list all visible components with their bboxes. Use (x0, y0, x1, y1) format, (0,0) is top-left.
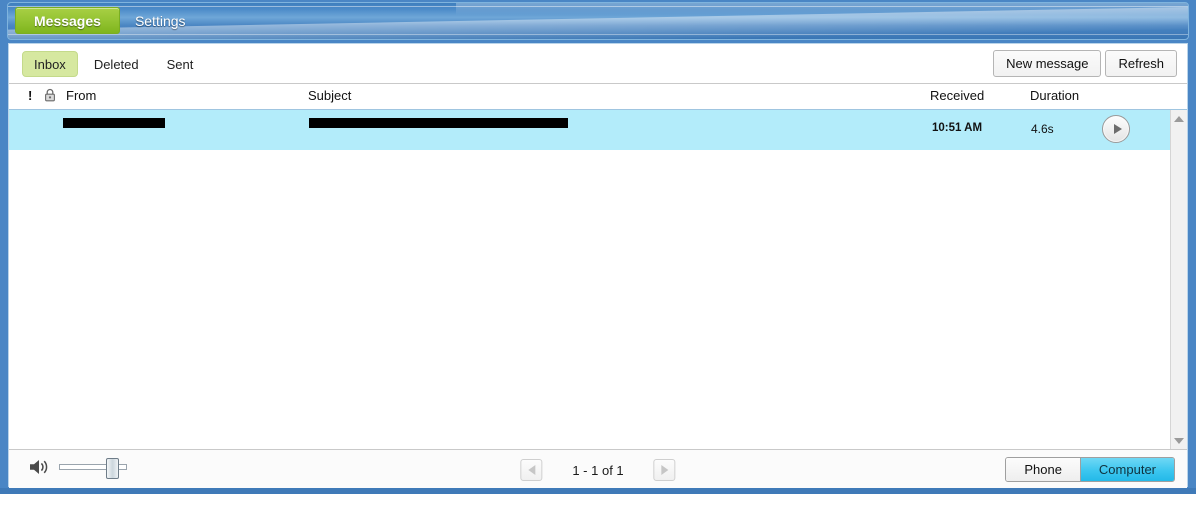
application-window: Messages Settings Inbox Deleted Sent New… (0, 0, 1196, 494)
titlebar: Messages Settings (7, 2, 1189, 40)
device-option-phone[interactable]: Phone (1006, 458, 1080, 481)
message-duration: 4.6s (1031, 122, 1054, 136)
scroll-up-triangle (1174, 115, 1184, 122)
folder-tab-sent[interactable]: Sent (155, 51, 206, 77)
scroll-down-triangle (1174, 437, 1184, 444)
folder-tab-inbox[interactable]: Inbox (22, 51, 78, 77)
triangle-left-icon (527, 465, 535, 475)
toolbar: Inbox Deleted Sent New message Refresh (9, 44, 1187, 84)
column-header-duration[interactable]: Duration (1030, 88, 1079, 103)
status-bar: 1 - 1 of 1 Phone Computer (9, 449, 1187, 488)
pagination: 1 - 1 of 1 (520, 459, 676, 481)
main-panel: Inbox Deleted Sent New message Refresh !… (8, 43, 1188, 488)
folder-tabs: Inbox Deleted Sent (22, 51, 205, 77)
folder-tab-sent-label: Sent (166, 56, 194, 72)
column-header-row: ! From Subject Received Duration (9, 84, 1187, 110)
titlebar-highlight-bottom (8, 34, 1188, 35)
speaker-icon[interactable] (29, 458, 51, 476)
new-message-button[interactable]: New message (993, 50, 1102, 77)
toolbar-buttons: New message Refresh (993, 50, 1177, 77)
column-header-subject[interactable]: Subject (308, 88, 351, 103)
column-header-priority[interactable]: ! (28, 88, 32, 103)
folder-tab-deleted-label: Deleted (93, 56, 139, 72)
play-icon[interactable] (1102, 115, 1130, 143)
scrollbar-up-arrow-icon[interactable] (1171, 110, 1187, 127)
table-row[interactable]: 10:51 AM 4.6s (9, 110, 1170, 150)
pagination-range-label: 1 - 1 of 1 (572, 462, 624, 478)
tab-settings[interactable]: Settings (120, 7, 201, 34)
tab-settings-label: Settings (134, 12, 186, 29)
next-page-button[interactable] (653, 459, 676, 481)
main-tabs: Messages Settings (15, 7, 201, 34)
message-list-rows: 10:51 AM 4.6s (9, 110, 1170, 449)
speaker-icon-svg (30, 460, 48, 474)
message-list: 10:51 AM 4.6s (9, 110, 1187, 449)
device-option-computer[interactable]: Computer (1079, 458, 1174, 481)
refresh-button[interactable]: Refresh (1105, 50, 1177, 77)
vertical-scrollbar[interactable] (1170, 110, 1187, 449)
column-header-from[interactable]: From (66, 88, 96, 103)
device-toggle: Phone Computer (1005, 457, 1175, 482)
refresh-button-label: Refresh (1118, 56, 1164, 71)
message-from-redacted (63, 118, 165, 128)
folder-tab-inbox-label: Inbox (34, 56, 66, 72)
volume-control (29, 458, 127, 479)
column-header-received[interactable]: Received (930, 88, 984, 103)
scrollbar-down-arrow-icon[interactable] (1171, 432, 1187, 449)
message-received: 10:51 AM (932, 122, 983, 134)
previous-page-button[interactable] (520, 459, 543, 481)
lock-icon-svg (45, 88, 55, 102)
lock-icon[interactable] (44, 88, 56, 102)
play-triangle (1113, 124, 1122, 134)
new-message-button-label: New message (1006, 56, 1089, 71)
volume-slider[interactable] (59, 458, 127, 479)
folder-tab-deleted[interactable]: Deleted (82, 51, 151, 77)
titlebar-gloss-secondary (456, 3, 1188, 15)
tab-messages[interactable]: Messages (15, 7, 120, 34)
device-option-phone-label: Phone (1024, 462, 1062, 477)
volume-slider-thumb[interactable] (106, 458, 119, 479)
triangle-right-icon (661, 465, 669, 475)
message-subject-redacted (309, 118, 568, 128)
tab-messages-label: Messages (34, 12, 101, 29)
device-option-computer-label: Computer (1098, 462, 1156, 477)
